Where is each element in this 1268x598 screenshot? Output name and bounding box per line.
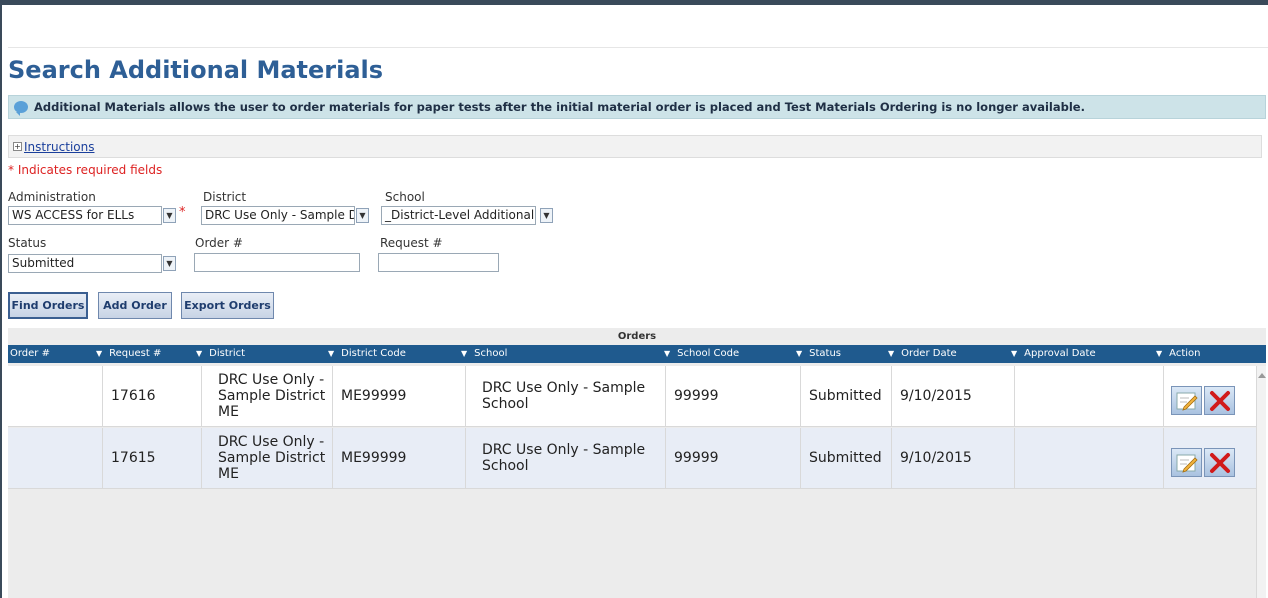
column-header-status[interactable]: ▼ Status bbox=[796, 345, 841, 363]
instructions-link[interactable]: Instructions bbox=[24, 140, 94, 154]
order-cell bbox=[8, 428, 103, 488]
column-header-school-code[interactable]: ▼ School Code bbox=[664, 345, 739, 363]
sort-icon: ▼ bbox=[461, 349, 468, 358]
column-header-district[interactable]: ▼ District bbox=[196, 345, 245, 363]
sort-icon: ▼ bbox=[96, 349, 103, 358]
school-cell: DRC Use Only - Sample School bbox=[466, 428, 666, 488]
school-code-cell: 99999 bbox=[666, 428, 801, 488]
scroll-up-icon[interactable] bbox=[1258, 373, 1266, 378]
column-header-order[interactable]: Order # bbox=[10, 345, 50, 363]
info-banner: Additional Materials allows the user to … bbox=[8, 95, 1266, 119]
school-select[interactable]: _District-Level Additional bbox=[381, 206, 536, 225]
district-code-cell: ME99999 bbox=[333, 366, 466, 426]
column-header-school[interactable]: ▼ School bbox=[461, 345, 507, 363]
edit-icon bbox=[1176, 392, 1198, 411]
delete-button[interactable] bbox=[1204, 448, 1235, 477]
info-banner-text: Additional Materials allows the user to … bbox=[34, 100, 1085, 114]
column-header-district-code[interactable]: ▼ District Code bbox=[328, 345, 406, 363]
find-orders-button[interactable]: Find Orders bbox=[8, 292, 88, 319]
sort-icon: ▼ bbox=[196, 349, 203, 358]
district-select[interactable]: DRC Use Only - Sample D bbox=[201, 206, 355, 225]
request-number-input[interactable] bbox=[378, 253, 499, 272]
chevron-down-icon[interactable]: ▼ bbox=[163, 208, 176, 223]
column-header-approval-date[interactable]: ▼ Approval Date bbox=[1011, 345, 1096, 363]
export-orders-button[interactable]: Export Orders bbox=[181, 292, 274, 319]
administration-label: Administration bbox=[8, 190, 96, 204]
status-cell: Submitted bbox=[801, 428, 892, 488]
chevron-down-icon[interactable]: ▼ bbox=[163, 256, 176, 271]
edit-button[interactable] bbox=[1171, 448, 1202, 477]
grid-header: Order # ▼ Request # ▼ District ▼ District C… bbox=[8, 345, 1266, 363]
order-number-input[interactable] bbox=[194, 253, 360, 272]
required-marker: * bbox=[179, 205, 186, 220]
column-header-action: ▼ Action bbox=[1156, 348, 1201, 359]
grid-caption: Orders bbox=[617, 331, 657, 342]
speech-bubble-icon bbox=[14, 101, 28, 116]
sort-icon: ▼ bbox=[796, 349, 803, 358]
request-number-label: Request # bbox=[380, 236, 443, 250]
order-number-label: Order # bbox=[195, 236, 243, 250]
chevron-down-icon[interactable]: ▼ bbox=[540, 208, 553, 223]
request-cell: 17616 bbox=[103, 366, 202, 426]
school-label: School bbox=[385, 190, 425, 204]
school-cell: DRC Use Only - Sample School bbox=[466, 366, 666, 426]
header-divider bbox=[8, 47, 1268, 48]
status-select[interactable]: Submitted bbox=[8, 254, 162, 273]
district-code-cell: ME99999 bbox=[333, 428, 466, 488]
status-cell: Submitted bbox=[801, 366, 892, 426]
sort-icon: ▼ bbox=[1011, 349, 1018, 358]
instructions-panel: + Instructions bbox=[8, 135, 1262, 158]
edit-icon bbox=[1176, 454, 1198, 473]
required-fields-note: * Indicates required fields bbox=[8, 163, 163, 177]
add-order-button[interactable]: Add Order bbox=[98, 292, 172, 319]
column-header-order-date[interactable]: ▼ Order Date bbox=[888, 345, 957, 363]
action-cell bbox=[1164, 428, 1256, 488]
grid-scrollbar[interactable] bbox=[1256, 366, 1266, 598]
delete-icon bbox=[1209, 452, 1230, 473]
delete-icon bbox=[1209, 390, 1230, 411]
column-header-request[interactable]: ▼ Request # bbox=[96, 345, 161, 363]
sort-icon: ▼ bbox=[328, 349, 335, 358]
sort-icon: ▼ bbox=[888, 349, 895, 358]
window-top-border bbox=[0, 0, 1268, 5]
sort-icon: ▼ bbox=[1156, 349, 1163, 358]
action-cell bbox=[1164, 366, 1256, 426]
status-label: Status bbox=[8, 236, 47, 250]
district-cell: DRC Use Only - Sample District ME bbox=[202, 428, 333, 488]
page-title: Search Additional Materials bbox=[8, 56, 384, 84]
administration-select[interactable]: WS ACCESS for ELLs bbox=[8, 206, 162, 225]
window-left-border bbox=[0, 0, 2, 598]
order-date-cell: 9/10/2015 bbox=[892, 366, 1015, 426]
school-code-cell: 99999 bbox=[666, 366, 801, 426]
district-cell: DRC Use Only - Sample District ME bbox=[202, 366, 333, 426]
order-cell bbox=[8, 366, 103, 426]
order-date-cell: 9/10/2015 bbox=[892, 428, 1015, 488]
delete-button[interactable] bbox=[1204, 386, 1235, 415]
table-row[interactable]: 17615 DRC Use Only - Sample District ME ME… bbox=[8, 428, 1256, 489]
request-cell: 17615 bbox=[103, 428, 202, 488]
approval-date-cell bbox=[1015, 428, 1164, 488]
chevron-down-icon[interactable]: ▼ bbox=[356, 208, 369, 223]
edit-button[interactable] bbox=[1171, 386, 1202, 415]
sort-icon: ▼ bbox=[664, 349, 671, 358]
approval-date-cell bbox=[1015, 366, 1164, 426]
district-label: District bbox=[203, 190, 247, 204]
table-row[interactable]: 17616 DRC Use Only - Sample District ME ME… bbox=[8, 366, 1256, 427]
expand-icon[interactable]: + bbox=[13, 142, 22, 151]
